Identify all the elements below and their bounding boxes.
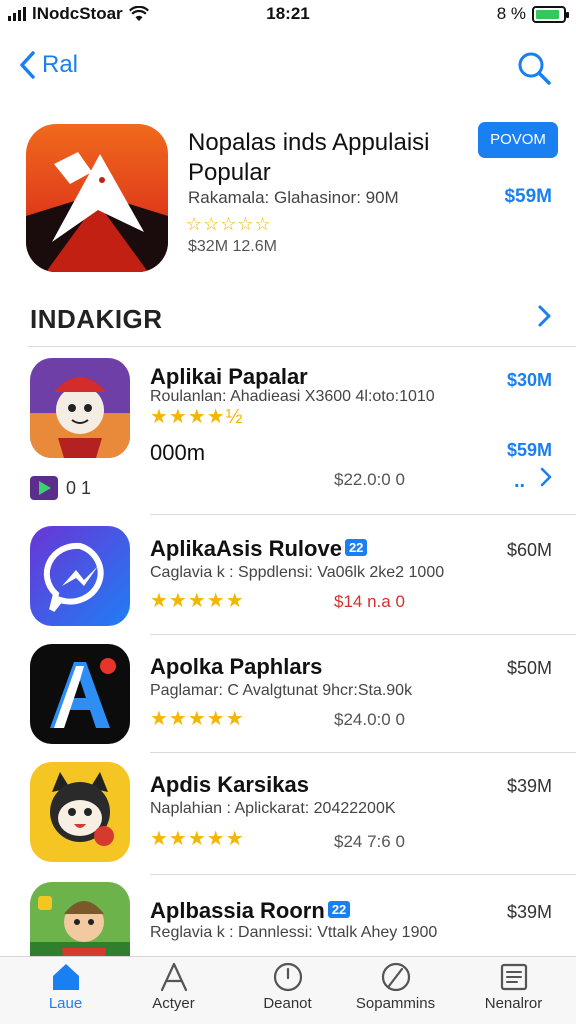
battery-icon <box>532 5 569 23</box>
section-title: INDAKIGR <box>30 304 163 334</box>
app-price-5[interactable]: $39M <box>507 902 552 923</box>
app-name-3[interactable]: Apolka Paphlars <box>150 654 322 680</box>
app-badge-2: 22 <box>344 539 368 556</box>
tab-label-5: Nenalror <box>484 995 543 1012</box>
app-sub-price-1: $22.0:0 0 <box>334 470 405 489</box>
app-subtitle-2: Caglavia k : Sppdlensi: Va06lk 2ke2 1000 <box>150 564 445 581</box>
clock-icon <box>273 962 302 992</box>
status-time: 18:21 <box>266 4 310 23</box>
tab-label-2: Actyer <box>152 995 195 1012</box>
app-extra-label-1: 000m <box>150 440 206 465</box>
app-rating-stars-3: ★★★★★ <box>150 708 245 730</box>
app-badge-5: 22 <box>327 901 351 918</box>
app-rating-stars-4: ★★★★★ <box>150 828 245 850</box>
featured-app-title[interactable]: Nopalas inds Appulaisi Popular <box>188 128 473 188</box>
house-icon <box>52 964 79 990</box>
app-extra-dots-1: .. <box>514 470 526 492</box>
divider <box>150 874 576 875</box>
tab-updates[interactable]: Nenalror <box>456 961 571 1012</box>
app-3-artwork <box>30 644 130 744</box>
featured-rating-stars: ☆☆☆☆☆ <box>186 214 272 234</box>
app-1-badge-count: 0 1 <box>66 477 92 498</box>
tab-today[interactable]: Laue <box>8 961 123 1012</box>
status-bar: lNodcStoar 18:21 8 % <box>0 0 576 30</box>
app-name-5-text: Aplbassia Roorn <box>150 898 325 923</box>
app-icon-1[interactable] <box>30 358 130 458</box>
app-name-2[interactable]: AplikaAsis Rulove 22 <box>150 536 368 562</box>
tab-label-4: Sopammins <box>355 995 436 1012</box>
tab-games[interactable]: Deanot <box>230 961 345 1012</box>
battery-fill <box>536 9 560 19</box>
app-sub-price-2: $14 n.a 0 <box>334 592 405 611</box>
app-1-badge-row: 0 1 <box>30 476 91 500</box>
status-right: 8 % <box>496 4 569 24</box>
chevron-left-icon <box>20 51 35 79</box>
divider <box>150 634 576 635</box>
app-icon-4[interactable] <box>30 762 130 862</box>
featured-app-price[interactable]: $59M <box>504 186 552 208</box>
list-icon <box>500 963 527 991</box>
app-icon-2[interactable] <box>30 526 130 626</box>
divider <box>28 346 576 347</box>
tab-label-1: Laue <box>48 995 83 1012</box>
triangle-icon <box>160 962 187 992</box>
play-icon <box>30 476 58 500</box>
divider <box>150 752 576 753</box>
tab-search[interactable]: Sopammins <box>338 961 453 1012</box>
tab-label-3: Deanot <box>263 995 312 1012</box>
app-price-1[interactable]: $30M <box>507 370 552 391</box>
back-button[interactable]: Ral <box>18 50 78 80</box>
app-sub-price-4: $24 7:6 0 <box>334 832 405 851</box>
app-subtitle-3: Paglamar: C Avalgtunat 9hcr:Sta.90k <box>150 682 413 699</box>
app-2-artwork <box>30 526 130 626</box>
nav-bar: Ral <box>0 40 576 96</box>
featured-app-artwork <box>26 124 168 272</box>
app-price-3[interactable]: $50M <box>507 658 552 679</box>
divider <box>150 514 576 515</box>
search-icon[interactable] <box>516 50 552 86</box>
app-name-5[interactable]: Aplbassia Roorn 22 <box>150 898 351 924</box>
featured-get-button[interactable]: POVOM <box>478 122 558 158</box>
app-sub-price-3: $24.0:0 0 <box>334 710 405 729</box>
featured-app-meta: Rakamala: Glahasinor: 90M <box>188 188 399 207</box>
chevron-right-icon[interactable] <box>532 300 556 332</box>
app-1-artwork <box>30 358 130 458</box>
app-4-artwork <box>30 762 130 862</box>
app-subtitle-4: Naplahian : Aplickarat: 20422200K <box>150 800 396 817</box>
featured-app-icon[interactable] <box>26 124 168 272</box>
app-subtitle-5: Reglavia k : Dannlessi: Vttalk Ahey 1900 <box>150 924 438 941</box>
app-rating-stars-1: ★★★★½ <box>150 406 244 428</box>
app-price-4[interactable]: $39M <box>507 776 552 797</box>
app-name-2-text: AplikaAsis Rulove <box>150 536 342 561</box>
app-rating-stars-2: ★★★★★ <box>150 590 245 612</box>
battery-percent: 8 % <box>496 4 526 23</box>
app-name-4[interactable]: Apdis Karsikas <box>150 772 309 798</box>
back-label: Ral <box>42 51 79 78</box>
tab-apps[interactable]: Actyer <box>116 961 231 1012</box>
chevron-right-icon[interactable] <box>538 466 554 488</box>
featured-app-size: $32M 12.6M <box>188 238 277 255</box>
app-icon-3[interactable] <box>30 644 130 744</box>
app-price-2[interactable]: $60M <box>507 540 552 561</box>
tab-bar: Laue Actyer Deanot Sopammins Nenalror <box>0 956 576 1024</box>
compass-icon <box>381 962 410 992</box>
app-name-1[interactable]: Aplikai Papalar <box>150 364 308 390</box>
app-extra-price-1[interactable]: $59M <box>507 440 552 461</box>
